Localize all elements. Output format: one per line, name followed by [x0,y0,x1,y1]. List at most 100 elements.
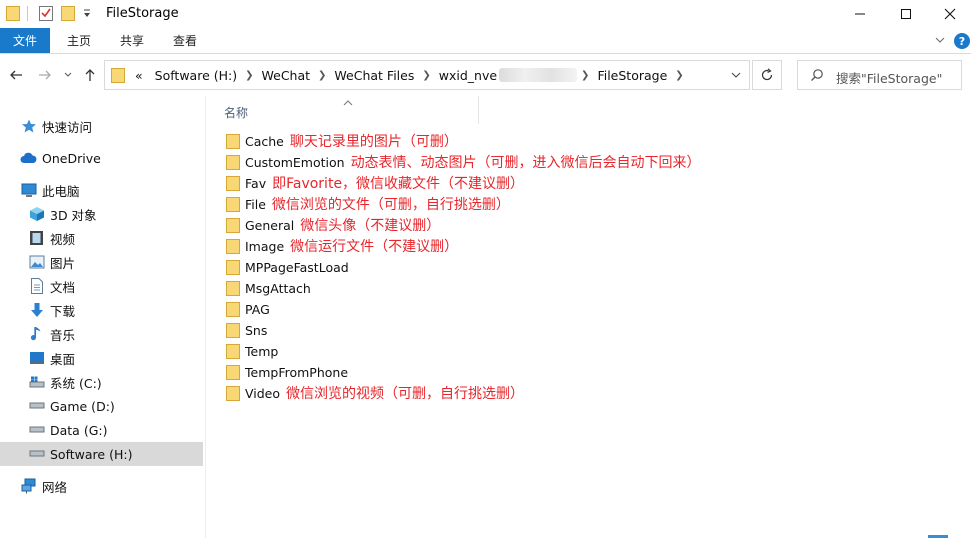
sidebar-item-network[interactable]: 网络 [20,475,205,497]
list-item[interactable]: MPPageFastLoad [226,257,349,277]
refresh-button[interactable] [752,60,782,90]
download-icon [28,302,45,318]
breadcrumb-item[interactable]: WeChat Files [328,68,420,83]
drive-icon [28,398,45,414]
list-item[interactable]: Video 微信浏览的视频（可删，自行挑选删） [226,383,524,403]
column-header-name[interactable]: 名称 [224,104,248,121]
blurred-region [499,68,578,82]
navigation-pane: 快速访问 OneDrive 此电脑 3D 对象 视频 图片 文档 下载 音乐 桌… [0,96,205,538]
column-divider[interactable] [478,96,479,124]
sidebar-item-drive-d[interactable]: Game (D:) [28,395,205,417]
tab-file[interactable]: 文件 [0,28,50,53]
folder-icon [226,196,240,212]
file-name: General [245,217,295,233]
sidebar-item-drive-c[interactable]: 系统 (C:) [28,371,205,393]
folder-icon [226,301,240,317]
sidebar-item-this-pc[interactable]: 此电脑 [20,179,205,201]
tab-home[interactable]: 主页 [67,28,91,53]
sidebar-item-drive-h[interactable]: Software (H:) [0,442,203,466]
list-item[interactable]: MsgAttach [226,278,311,298]
folder-icon[interactable] [6,5,20,24]
list-item[interactable]: General 微信头像（不建议删） [226,215,440,235]
network-icon [20,478,37,494]
list-item[interactable]: Temp [226,341,278,361]
close-button[interactable] [927,0,971,28]
list-item[interactable]: Cache 聊天记录里的图片（可删） [226,131,458,151]
sidebar-item-label: 网络 [42,479,68,495]
file-name: MsgAttach [245,280,311,296]
file-name: Fav [245,175,267,191]
sidebar-item-onedrive[interactable]: OneDrive [20,147,205,169]
sidebar-item-label: Data (G:) [50,422,108,438]
list-item[interactable]: PAG [226,299,270,319]
list-item[interactable]: File 微信浏览的文件（可删，自行挑选删） [226,194,510,214]
sidebar-item-pictures[interactable]: 图片 [28,251,205,273]
picture-icon [28,254,45,270]
list-item[interactable]: TempFromPhone [226,362,348,382]
breadcrumb-item[interactable]: FileStorage [591,68,673,83]
list-item[interactable]: Image 微信运行文件（不建议删） [226,236,458,256]
annotation-note: 微信浏览的视频（可删，自行挑选删） [286,386,525,402]
minimize-button[interactable] [837,0,883,28]
tab-share[interactable]: 共享 [120,28,144,53]
folder-icon [226,280,240,296]
cloud-icon [20,150,37,166]
forward-arrow-icon[interactable] [37,67,53,83]
recent-locations-icon[interactable] [63,67,73,83]
list-item[interactable]: Fav 即Favorite，微信收藏文件（不建议删） [226,173,524,193]
annotation-note: 聊天记录里的图片（可删） [289,134,458,150]
file-name: Video [245,385,281,401]
up-arrow-icon[interactable] [82,67,98,83]
pane-divider[interactable] [205,96,206,538]
annotation-note: 微信运行文件（不建议删） [290,239,459,255]
help-icon[interactable]: ? [954,33,970,49]
annotation-note: 微信浏览的文件（可删，自行挑选删） [271,197,510,213]
properties-icon[interactable] [38,5,54,25]
breadcrumb: « Software (H:) ❯ WeChat ❯ WeChat Files … [129,61,686,89]
sidebar-item-music[interactable]: 音乐 [28,323,205,345]
refresh-icon [761,68,773,81]
chevron-right-icon[interactable]: ❯ [316,70,328,81]
sidebar-item-documents[interactable]: 文档 [28,275,205,297]
breadcrumb-item[interactable]: Software (H:) [149,68,243,83]
list-item[interactable]: Sns [226,320,267,340]
music-icon [28,326,45,342]
annotation-note: 动态表情、动态图片（可删，进入微信后会自动下回来） [350,155,701,171]
desktop-icon [28,350,45,366]
chevron-right-icon[interactable]: ❯ [579,70,591,81]
expand-ribbon-icon[interactable] [934,34,946,46]
folder-icon [226,154,240,170]
maximize-button[interactable] [883,0,929,28]
cube-icon [28,206,45,222]
chevron-right-icon[interactable]: ❯ [243,70,255,81]
sidebar-item-quick-access[interactable]: 快速访问 [20,115,205,137]
address-bar[interactable]: « Software (H:) ❯ WeChat ❯ WeChat Files … [104,60,750,90]
sidebar-item-downloads[interactable]: 下载 [28,299,205,321]
chevron-right-icon[interactable]: ❯ [673,70,685,81]
folder-icon [111,67,125,86]
breadcrumb-item[interactable]: wxid_nve [433,68,497,83]
sidebar-item-videos[interactable]: 视频 [28,227,205,249]
sidebar-item-3d-objects[interactable]: 3D 对象 [28,203,205,225]
customize-quick-access-icon[interactable] [82,6,92,20]
back-arrow-icon[interactable] [8,67,24,83]
list-item[interactable]: CustomEmotion 动态表情、动态图片（可删，进入微信后会自动下回来） [226,152,701,172]
sidebar-item-drive-g[interactable]: Data (G:) [28,419,205,441]
folder-icon [226,217,240,233]
tab-view[interactable]: 查看 [173,28,197,53]
sidebar-item-label: 3D 对象 [50,207,97,223]
folder-icon [226,133,240,149]
annotation-note: 微信头像（不建议删） [300,218,441,234]
sidebar-item-label: 视频 [50,231,76,247]
chevron-right-icon[interactable]: ❯ [420,70,432,81]
search-input[interactable]: 搜索"FileStorage" [797,60,962,90]
video-icon [28,230,45,246]
window-title: FileStorage [106,6,179,21]
file-name: MPPageFastLoad [245,259,349,275]
address-history-dropdown[interactable] [723,61,749,89]
sidebar-item-desktop[interactable]: 桌面 [28,347,205,369]
breadcrumb-overflow[interactable]: « [129,68,149,83]
new-folder-icon[interactable] [61,5,75,24]
chevron-down-icon [731,72,741,78]
breadcrumb-item[interactable]: WeChat [256,68,317,83]
